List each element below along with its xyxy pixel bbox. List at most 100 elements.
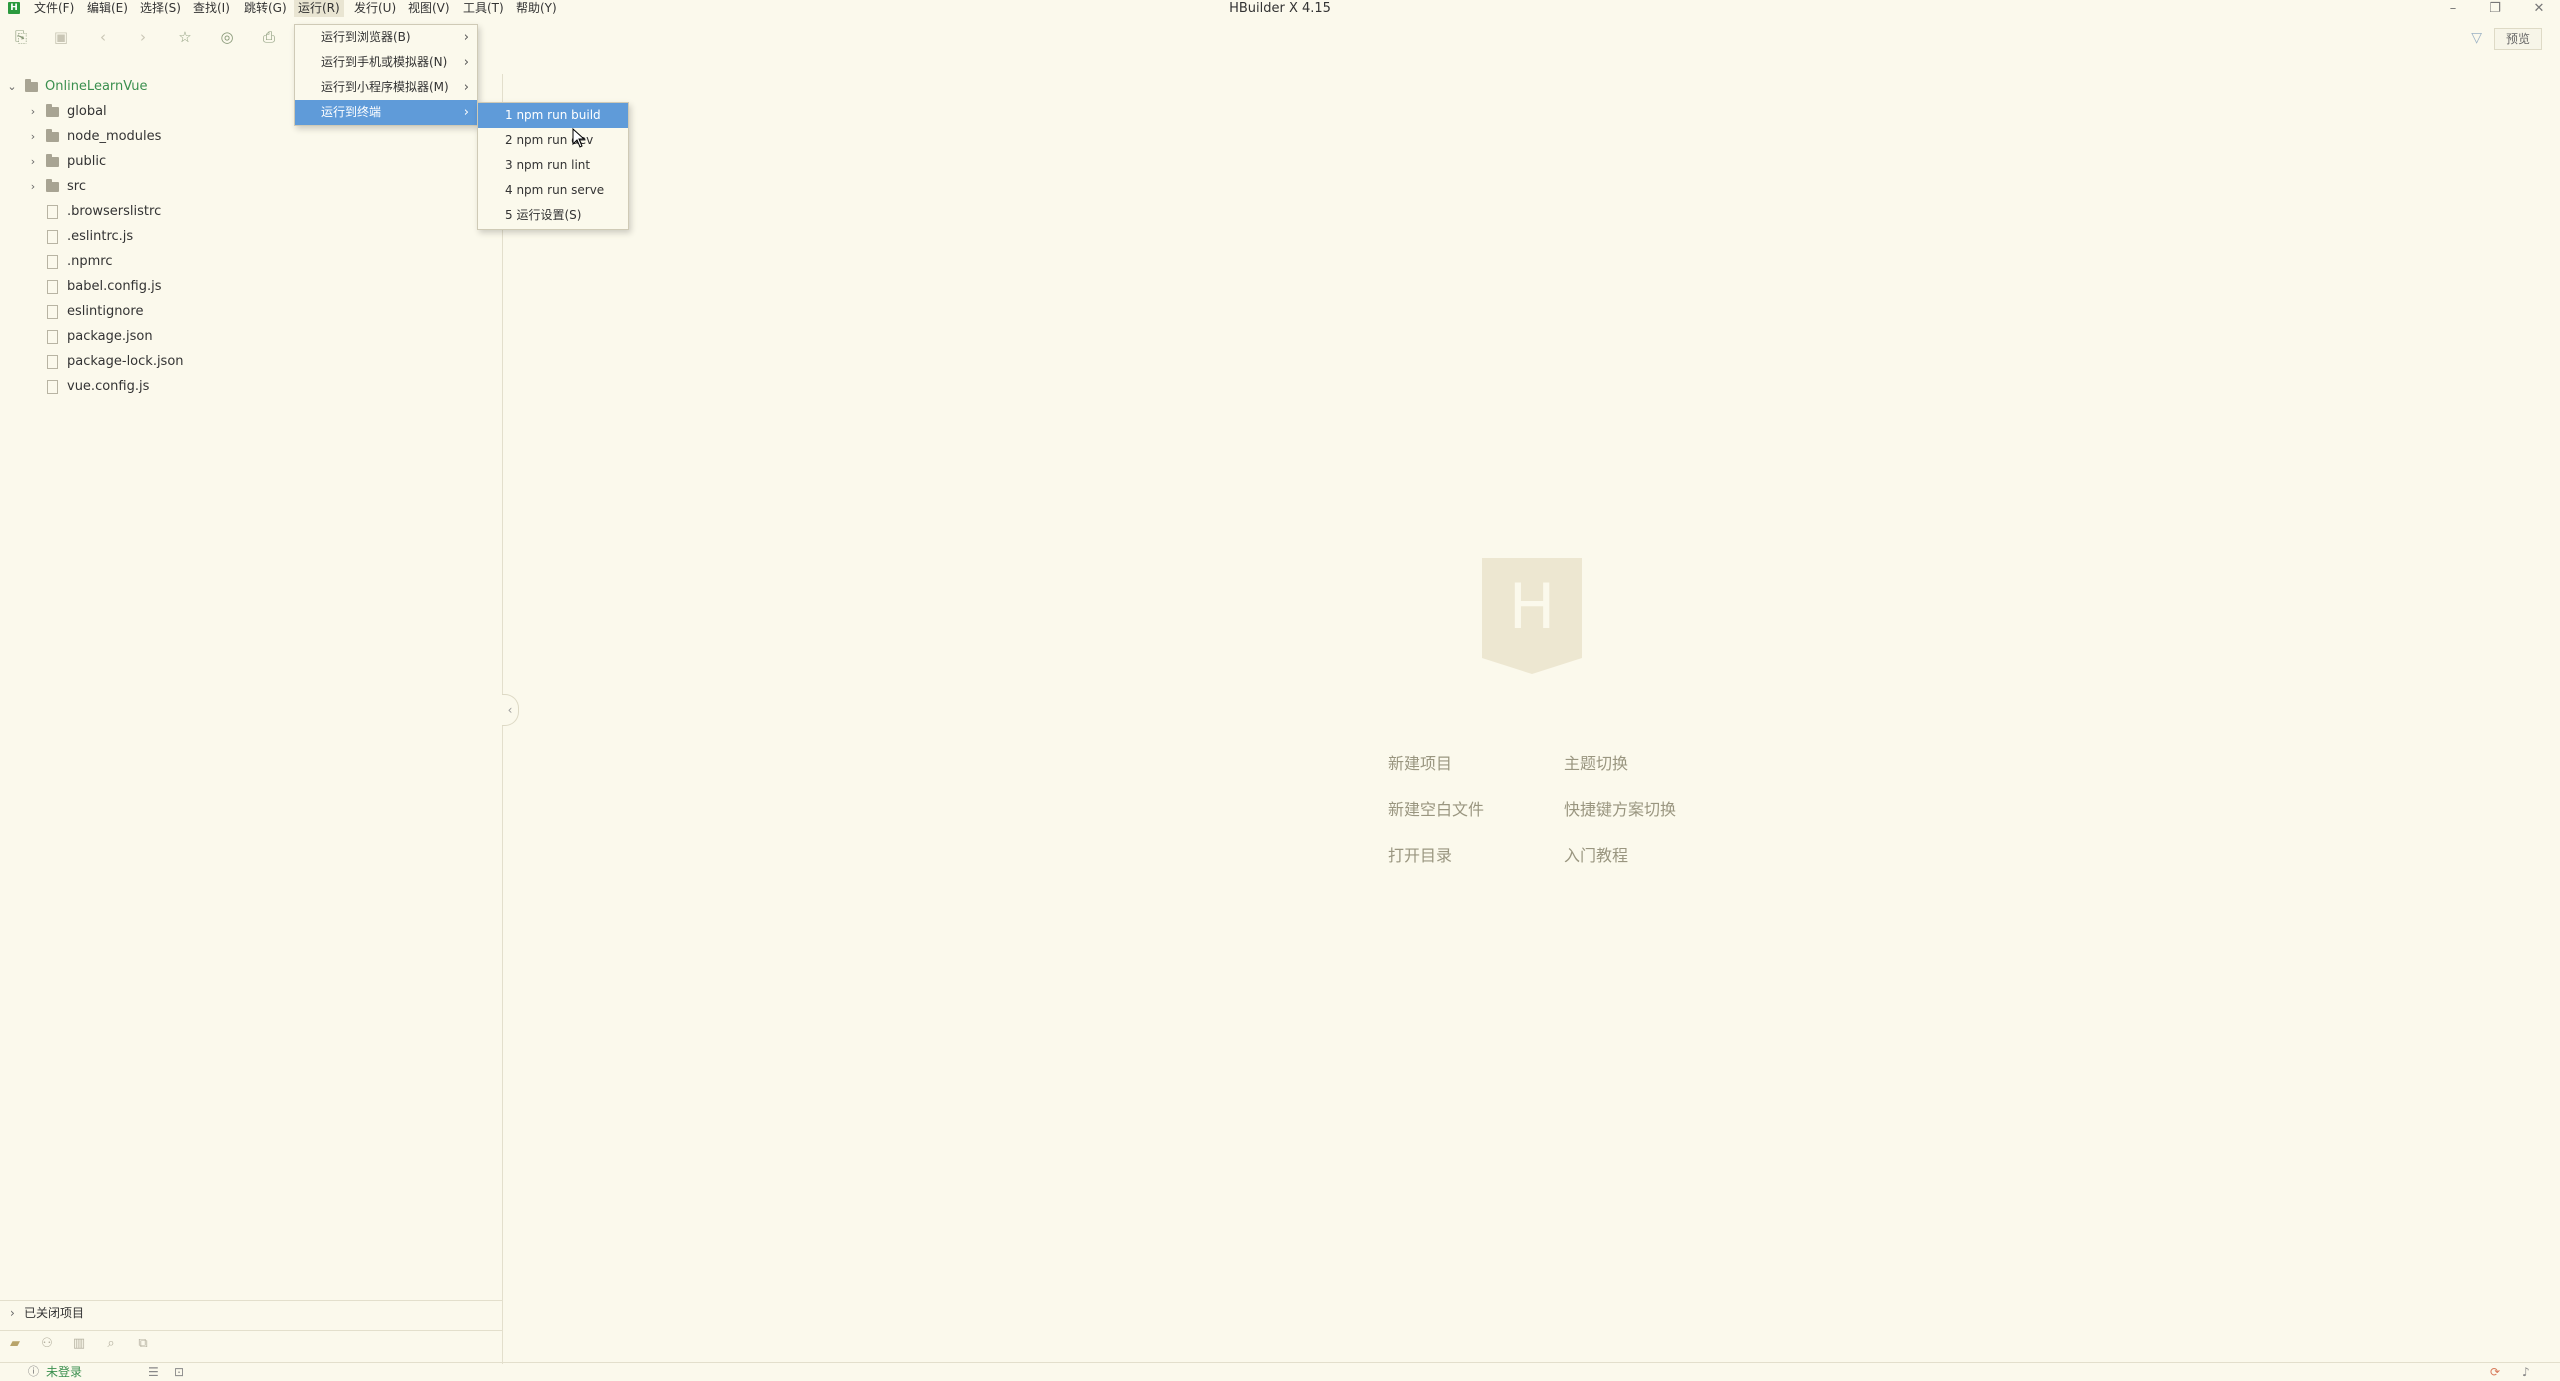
tree-item-label: .eslintrc.js	[67, 229, 134, 244]
tree-item-label: package.json	[67, 329, 153, 344]
preview-button[interactable]: 预览	[2494, 28, 2542, 50]
menu-item-run-miniprogram[interactable]: 运行到小程序模拟器(M) ›	[295, 75, 477, 100]
tree-item-label: .browserslistrc	[67, 204, 162, 219]
tree-item-public[interactable]: › public	[0, 149, 502, 174]
menu-item-label: 5 运行设置(S)	[505, 208, 582, 222]
file-icon	[47, 230, 58, 244]
copy-icon[interactable]: ⧉	[134, 1335, 152, 1353]
tree-item-babel-config[interactable]: babel.config.js	[0, 274, 502, 299]
forward-icon[interactable]: ›	[134, 28, 152, 46]
tree-item-label: vue.config.js	[67, 379, 150, 394]
closed-projects-label: 已关闭项目	[24, 1306, 85, 1320]
theme-switch-link[interactable]: 主题切换	[1564, 750, 1628, 774]
status-bar: ⓘ 未登录 ☰ ⊡ ⟳ ♪	[0, 1362, 2560, 1381]
menu-item-label: 运行到手机或模拟器(N)	[321, 55, 448, 69]
keymap-switch-link[interactable]: 快捷键方案切换	[1564, 796, 1676, 820]
favorite-star-icon[interactable]: ☆	[176, 28, 194, 46]
menu-item-label: 运行到终端	[321, 105, 382, 119]
new-blank-file-link[interactable]: 新建空白文件	[1388, 796, 1484, 820]
chevron-right-icon: ›	[463, 80, 469, 95]
menu-item-label: 4 npm run serve	[505, 183, 605, 197]
run-icon[interactable]: ◎	[218, 28, 236, 46]
tree-item-vue-config[interactable]: vue.config.js	[0, 374, 502, 399]
notification-bell-icon[interactable]: ♪	[2522, 1363, 2530, 1381]
tree-item-browserslistrc[interactable]: .browserslistrc	[0, 199, 502, 224]
tree-item-label: public	[67, 154, 107, 169]
tree-item-src[interactable]: › src	[0, 174, 502, 199]
new-project-link[interactable]: 新建项目	[1388, 750, 1452, 774]
back-icon[interactable]: ‹	[94, 28, 112, 46]
user-icon[interactable]: ⓘ	[28, 1363, 39, 1381]
tree-item-label: node_modules	[67, 129, 162, 144]
menu-item-npm-build[interactable]: 1 npm run build	[478, 103, 628, 128]
tree-item-npmrc[interactable]: .npmrc	[0, 249, 502, 274]
menu-item-npm-lint[interactable]: 3 npm run lint	[478, 153, 628, 178]
chevron-right-icon[interactable]: ›	[27, 124, 39, 149]
tutorial-link[interactable]: 入门教程	[1564, 842, 1628, 866]
mouse-cursor-icon	[572, 128, 586, 148]
tree-item-label: package-lock.json	[67, 354, 184, 369]
file-icon	[47, 330, 58, 344]
file-icon	[47, 305, 58, 319]
tree-item-package-json[interactable]: package.json	[0, 324, 502, 349]
logo-letter: H	[1509, 570, 1556, 643]
sidebar-collapse-handle[interactable]: ‹	[502, 694, 519, 726]
chevron-down-icon[interactable]: ⌄	[6, 74, 18, 99]
restore-icon[interactable]: ❐	[2480, 0, 2510, 17]
minimize-icon[interactable]: –	[2438, 0, 2468, 17]
file-icon	[47, 255, 58, 269]
project-name: OnlineLearnVue	[45, 79, 148, 94]
closed-projects-section[interactable]: › 已关闭项目	[0, 1300, 502, 1325]
run-menu: 运行到浏览器(B) › 运行到手机或模拟器(N) › 运行到小程序模拟器(M) …	[294, 24, 478, 126]
plugin-icon[interactable]: ▥	[70, 1335, 88, 1353]
login-status[interactable]: 未登录	[46, 1363, 82, 1381]
window-title: HBuilder X 4.15	[1229, 1, 1331, 16]
outline-icon[interactable]: ☰	[148, 1363, 159, 1381]
file-icon	[47, 355, 58, 369]
project-explorer: ⌄ OnlineLearnVue › global › node_modules…	[0, 74, 503, 1364]
menu-item-run-browser[interactable]: 运行到浏览器(B) ›	[295, 25, 477, 50]
filter-icon[interactable]: ▽	[2471, 30, 2482, 46]
save-icon[interactable]: ▣	[52, 28, 70, 46]
chevron-right-icon[interactable]: ›	[27, 174, 39, 199]
file-icon	[47, 380, 58, 394]
close-icon[interactable]: ✕	[2524, 0, 2554, 17]
git-icon[interactable]: ⚇	[38, 1335, 56, 1353]
folder-icon	[46, 104, 59, 117]
menu-item-label: 运行到浏览器(B)	[321, 30, 411, 44]
preview-file-icon[interactable]: ⎙	[260, 28, 278, 46]
menu-item-label: 1 npm run build	[505, 108, 601, 122]
terminal-submenu: 1 npm run build 2 npm run dev 3 npm run …	[477, 102, 629, 230]
menu-item-npm-dev[interactable]: 2 npm run dev	[478, 128, 628, 153]
terminal-icon[interactable]: ⊡	[174, 1363, 184, 1381]
hbuilder-watermark-logo: H	[1482, 558, 1582, 674]
tree-item-label: eslintignore	[67, 304, 144, 319]
search-icon[interactable]: ⌕	[102, 1335, 120, 1353]
menu-item-run-phone[interactable]: 运行到手机或模拟器(N) ›	[295, 50, 477, 75]
tree-item-label: babel.config.js	[67, 279, 162, 294]
sync-icon[interactable]: ⟳	[2490, 1363, 2500, 1381]
tree-item-package-lock[interactable]: package-lock.json	[0, 349, 502, 374]
project-folder-icon	[25, 79, 38, 92]
chevron-right-icon[interactable]: ›	[27, 99, 39, 124]
tree-item-eslintrc[interactable]: .eslintrc.js	[0, 224, 502, 249]
tree-item-label: global	[67, 104, 107, 119]
menu-item-label: 3 npm run lint	[505, 158, 591, 172]
tree-item-node-modules[interactable]: › node_modules	[0, 124, 502, 149]
tree-item-eslintignore[interactable]: eslintignore	[0, 299, 502, 324]
menu-item-run-settings[interactable]: 5 运行设置(S)	[478, 203, 628, 228]
new-file-icon[interactable]: ⎘	[12, 28, 30, 46]
menu-item-label: 运行到小程序模拟器(M)	[321, 80, 449, 94]
folder-icon	[46, 129, 59, 142]
menu-item-run-terminal[interactable]: 运行到终端 ›	[295, 100, 477, 125]
tree-item-label: src	[67, 179, 86, 194]
chevron-right-icon[interactable]: ›	[27, 149, 39, 174]
sidebar-tab-strip: ▰ ⚇ ▥ ⌕ ⧉	[0, 1330, 502, 1357]
chevron-right-icon[interactable]: ›	[10, 1301, 15, 1325]
folder-icon	[46, 154, 59, 167]
project-manager-icon[interactable]: ▰	[6, 1335, 24, 1353]
tree-item-label: .npmrc	[67, 254, 113, 269]
open-directory-link[interactable]: 打开目录	[1388, 842, 1452, 866]
menu-item-npm-serve[interactable]: 4 npm run serve	[478, 178, 628, 203]
chevron-right-icon: ›	[463, 105, 469, 120]
